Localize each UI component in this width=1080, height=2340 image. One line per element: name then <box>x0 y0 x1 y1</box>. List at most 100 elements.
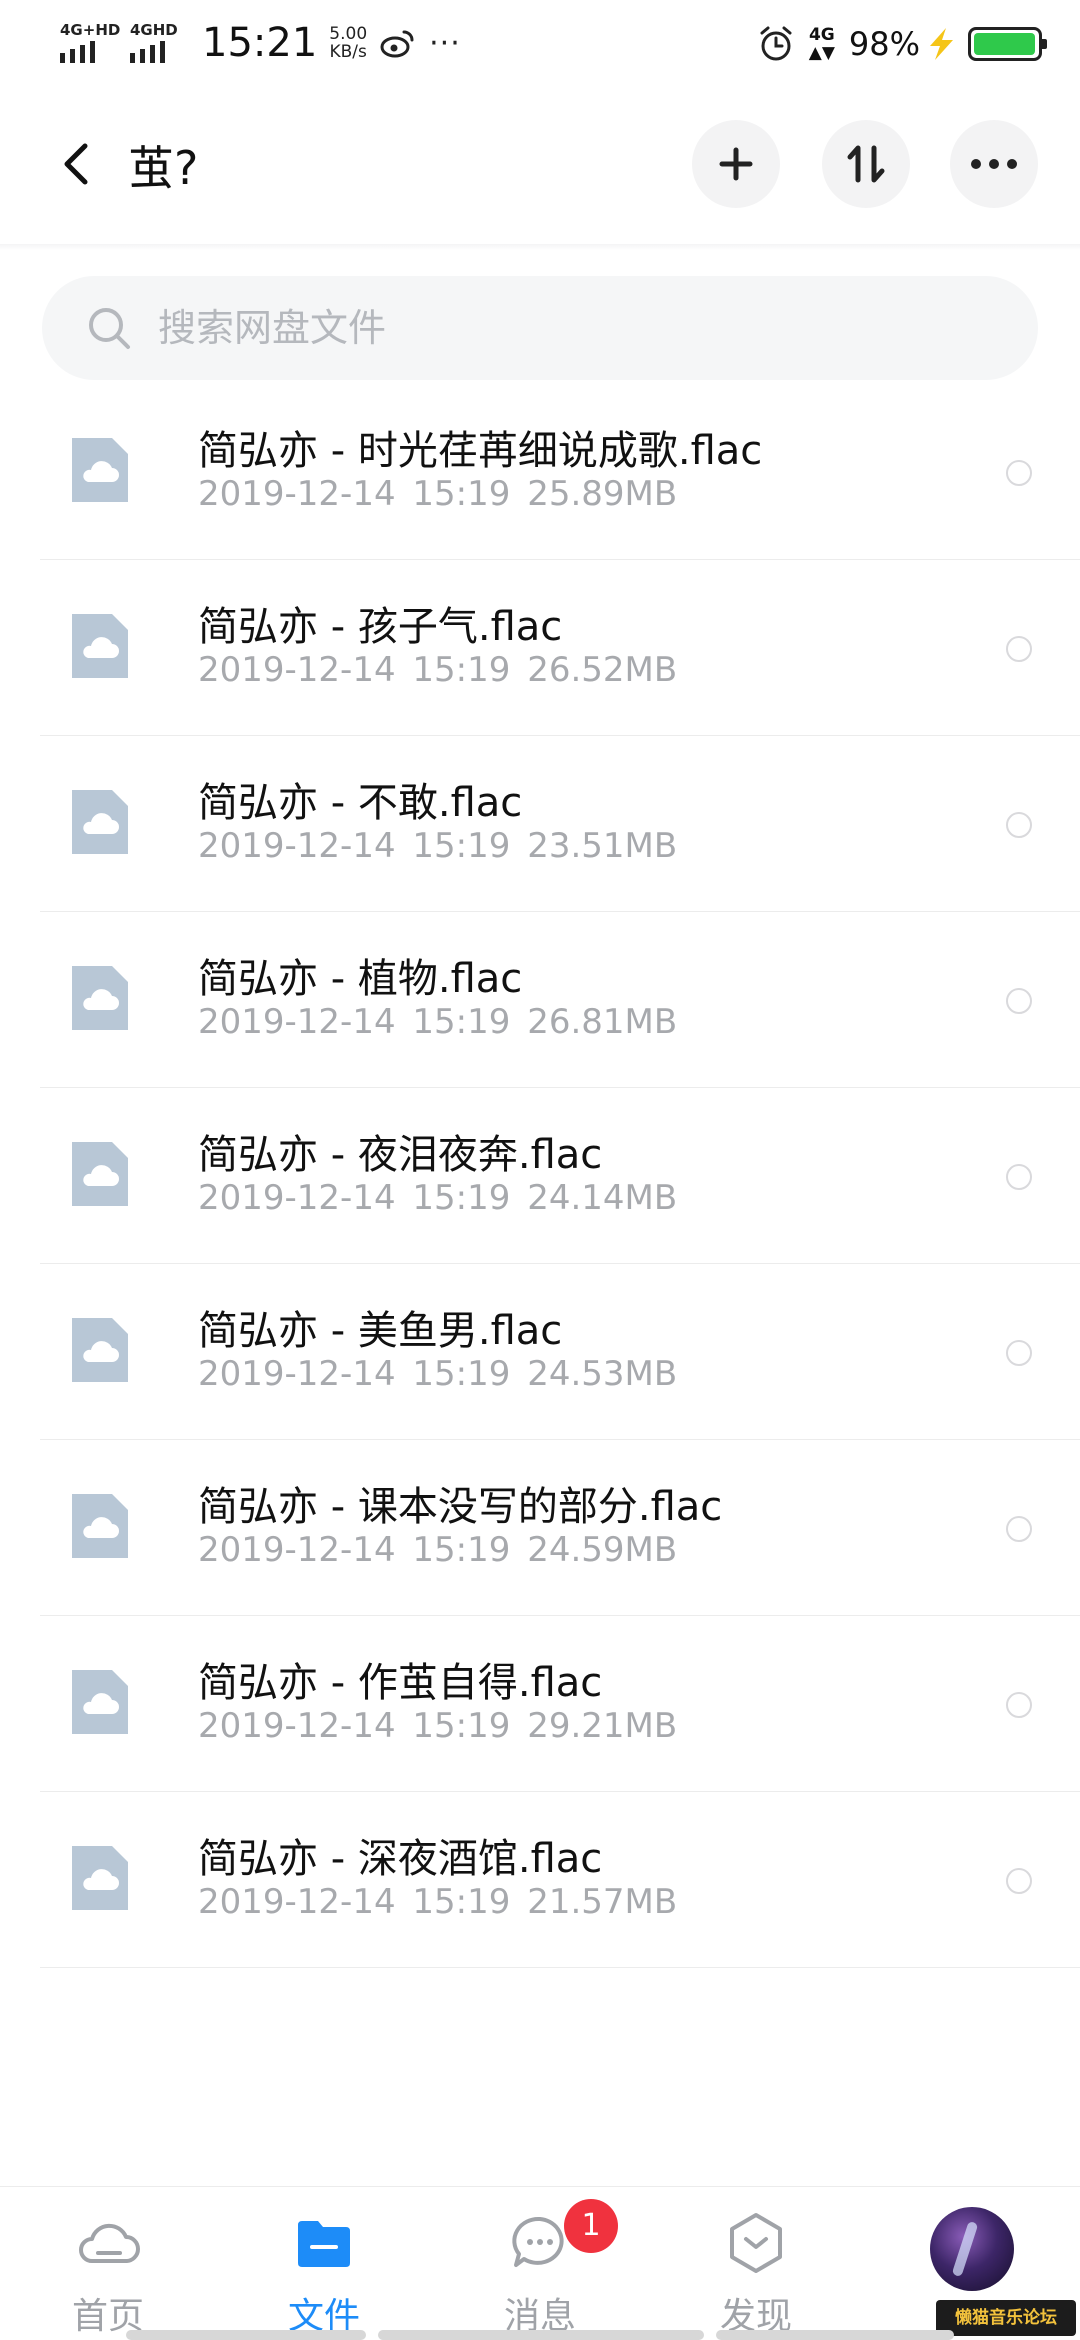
file-date: 2019-12-14 <box>198 1530 396 1570</box>
file-size: 24.59MB <box>527 1530 678 1570</box>
page-title: 茧? <box>128 141 199 195</box>
cloud-file-icon <box>72 1846 128 1910</box>
file-row[interactable]: 简弘亦 - 夜泪夜奔.flac 2019-12-14 15:19 24.14MB <box>40 1088 1080 1264</box>
file-name: 简弘亦 - 深夜酒馆.flac <box>198 1836 603 1882</box>
status-more-icon: ··· <box>429 25 461 61</box>
sort-icon <box>847 145 885 183</box>
file-size: 24.14MB <box>527 1178 678 1218</box>
select-checkbox[interactable] <box>1006 1868 1032 1894</box>
gesture-bar <box>126 2330 954 2340</box>
file-date: 2019-12-14 <box>198 1882 396 1922</box>
signal-sim1-icon: 4G+HD <box>58 21 120 65</box>
more-icon <box>971 159 1017 169</box>
network-speed-value: 5.00 <box>329 24 368 44</box>
nav-home[interactable]: 首页 <box>18 2187 198 2340</box>
select-checkbox[interactable] <box>1006 460 1032 486</box>
app-header: 茧? <box>0 110 1080 220</box>
file-meta: 2019-12-14 15:19 29.21MB <box>198 1706 677 1746</box>
network-speed-unit: KB/s <box>329 42 367 62</box>
file-row[interactable]: 简弘亦 - 不敢.flac 2019-12-14 15:19 23.51MB <box>40 736 1080 912</box>
file-row[interactable]: 简弘亦 - 时光荏苒细说成歌.flac 2019-12-14 15:19 25.8… <box>40 384 1080 560</box>
cloud-file-icon <box>72 1494 128 1558</box>
file-date: 2019-12-14 <box>198 1178 396 1218</box>
file-time: 15:19 <box>412 1706 511 1746</box>
add-button[interactable] <box>692 120 780 208</box>
battery-level-fill <box>974 33 1035 55</box>
bottom-nav: 首页 文件 1 消息 发现 <box>0 2186 1080 2340</box>
file-row[interactable]: 简弘亦 - 课本没写的部分.flac 2019-12-14 15:19 24.59… <box>40 1440 1080 1616</box>
file-date: 2019-12-14 <box>198 474 396 514</box>
signal-sim2-icon: 4GHD <box>128 21 180 65</box>
file-date: 2019-12-14 <box>198 826 396 866</box>
file-size: 26.81MB <box>527 1002 678 1042</box>
file-meta: 2019-12-14 15:19 24.14MB <box>198 1178 677 1218</box>
avatar[interactable] <box>930 2207 1014 2291</box>
file-size: 21.57MB <box>527 1882 678 1922</box>
file-time: 15:19 <box>412 1354 511 1394</box>
messages-badge: 1 <box>564 2199 618 2253</box>
file-meta: 2019-12-14 15:19 24.59MB <box>198 1530 677 1570</box>
file-name: 简弘亦 - 作茧自得.flac <box>198 1660 603 1706</box>
screen: 4G+HD 4GHD 15:21 5.00 KB/s ··· 4G ▲▼ 98%… <box>0 0 1080 2340</box>
search-bar[interactable] <box>42 276 1038 380</box>
battery-percent: 98% <box>848 25 920 63</box>
select-checkbox[interactable] <box>1006 636 1032 662</box>
weibo-icon <box>380 30 414 58</box>
alarm-icon <box>760 26 792 61</box>
sim2-label: 4GHD <box>130 21 178 39</box>
file-meta: 2019-12-14 15:19 25.89MB <box>198 474 677 514</box>
file-row[interactable]: 简弘亦 - 植物.flac 2019-12-14 15:19 26.81MB <box>40 912 1080 1088</box>
file-name: 简弘亦 - 课本没写的部分.flac <box>198 1484 723 1530</box>
cloud-file-icon <box>72 1670 128 1734</box>
header-divider <box>0 244 1080 250</box>
select-checkbox[interactable] <box>1006 988 1032 1014</box>
sort-button[interactable] <box>822 120 910 208</box>
file-time: 15:19 <box>412 1882 511 1922</box>
nav-files[interactable]: 文件 <box>234 2187 414 2340</box>
network-speed: 5.00 KB/s <box>329 25 367 61</box>
file-row[interactable]: 简弘亦 - 深夜酒馆.flac 2019-12-14 15:19 21.57MB <box>40 1792 1080 1968</box>
select-checkbox[interactable] <box>1006 812 1032 838</box>
file-time: 15:19 <box>412 1530 511 1570</box>
cloud-file-icon <box>72 966 128 1030</box>
file-size: 26.52MB <box>527 650 678 690</box>
cloud-file-icon <box>72 438 128 502</box>
file-row[interactable]: 简弘亦 - 美鱼男.flac 2019-12-14 15:19 24.53MB <box>40 1264 1080 1440</box>
chevron-left-icon <box>64 143 88 185</box>
file-name: 简弘亦 - 不敢.flac <box>198 780 523 826</box>
file-list: 简弘亦 - 时光荏苒细说成歌.flac 2019-12-14 15:19 25.8… <box>0 384 1080 1968</box>
select-checkbox[interactable] <box>1006 1164 1032 1190</box>
file-date: 2019-12-14 <box>198 1354 396 1394</box>
select-checkbox[interactable] <box>1006 1340 1032 1366</box>
file-date: 2019-12-14 <box>198 650 396 690</box>
file-meta: 2019-12-14 15:19 21.57MB <box>198 1882 677 1922</box>
file-size: 29.21MB <box>527 1706 678 1746</box>
forum-watermark: 懒猫音乐论坛 <box>936 2300 1076 2336</box>
back-button[interactable] <box>46 134 106 194</box>
battery-icon <box>968 27 1047 61</box>
charging-bolt-icon <box>930 28 953 60</box>
file-row[interactable]: 简弘亦 - 作茧自得.flac 2019-12-14 15:19 29.21MB <box>40 1616 1080 1792</box>
file-name: 简弘亦 - 植物.flac <box>198 956 523 1002</box>
file-date: 2019-12-14 <box>198 1002 396 1042</box>
cloud-file-icon <box>72 790 128 854</box>
file-size: 24.53MB <box>527 1354 678 1394</box>
file-time: 15:19 <box>412 474 511 514</box>
nav-discover[interactable]: 发现 <box>666 2187 846 2340</box>
mobile-data-icon: 4G ▲▼ <box>808 25 835 63</box>
file-row[interactable]: 简弘亦 - 孩子气.flac 2019-12-14 15:19 26.52MB <box>40 560 1080 736</box>
select-checkbox[interactable] <box>1006 1692 1032 1718</box>
file-meta: 2019-12-14 15:19 26.81MB <box>198 1002 677 1042</box>
file-name: 简弘亦 - 夜泪夜奔.flac <box>198 1132 603 1178</box>
cloud-file-icon <box>72 1318 128 1382</box>
select-checkbox[interactable] <box>1006 1516 1032 1542</box>
file-meta: 2019-12-14 15:19 26.52MB <box>198 650 677 690</box>
cube-icon <box>730 2213 782 2273</box>
file-name: 简弘亦 - 美鱼男.flac <box>198 1308 563 1354</box>
folder-icon <box>298 2221 350 2267</box>
plus-icon <box>719 147 753 181</box>
file-name: 简弘亦 - 孩子气.flac <box>198 604 563 650</box>
search-input[interactable] <box>158 306 978 350</box>
more-options-button[interactable] <box>950 120 1038 208</box>
nav-messages[interactable]: 1 消息 <box>450 2187 630 2340</box>
